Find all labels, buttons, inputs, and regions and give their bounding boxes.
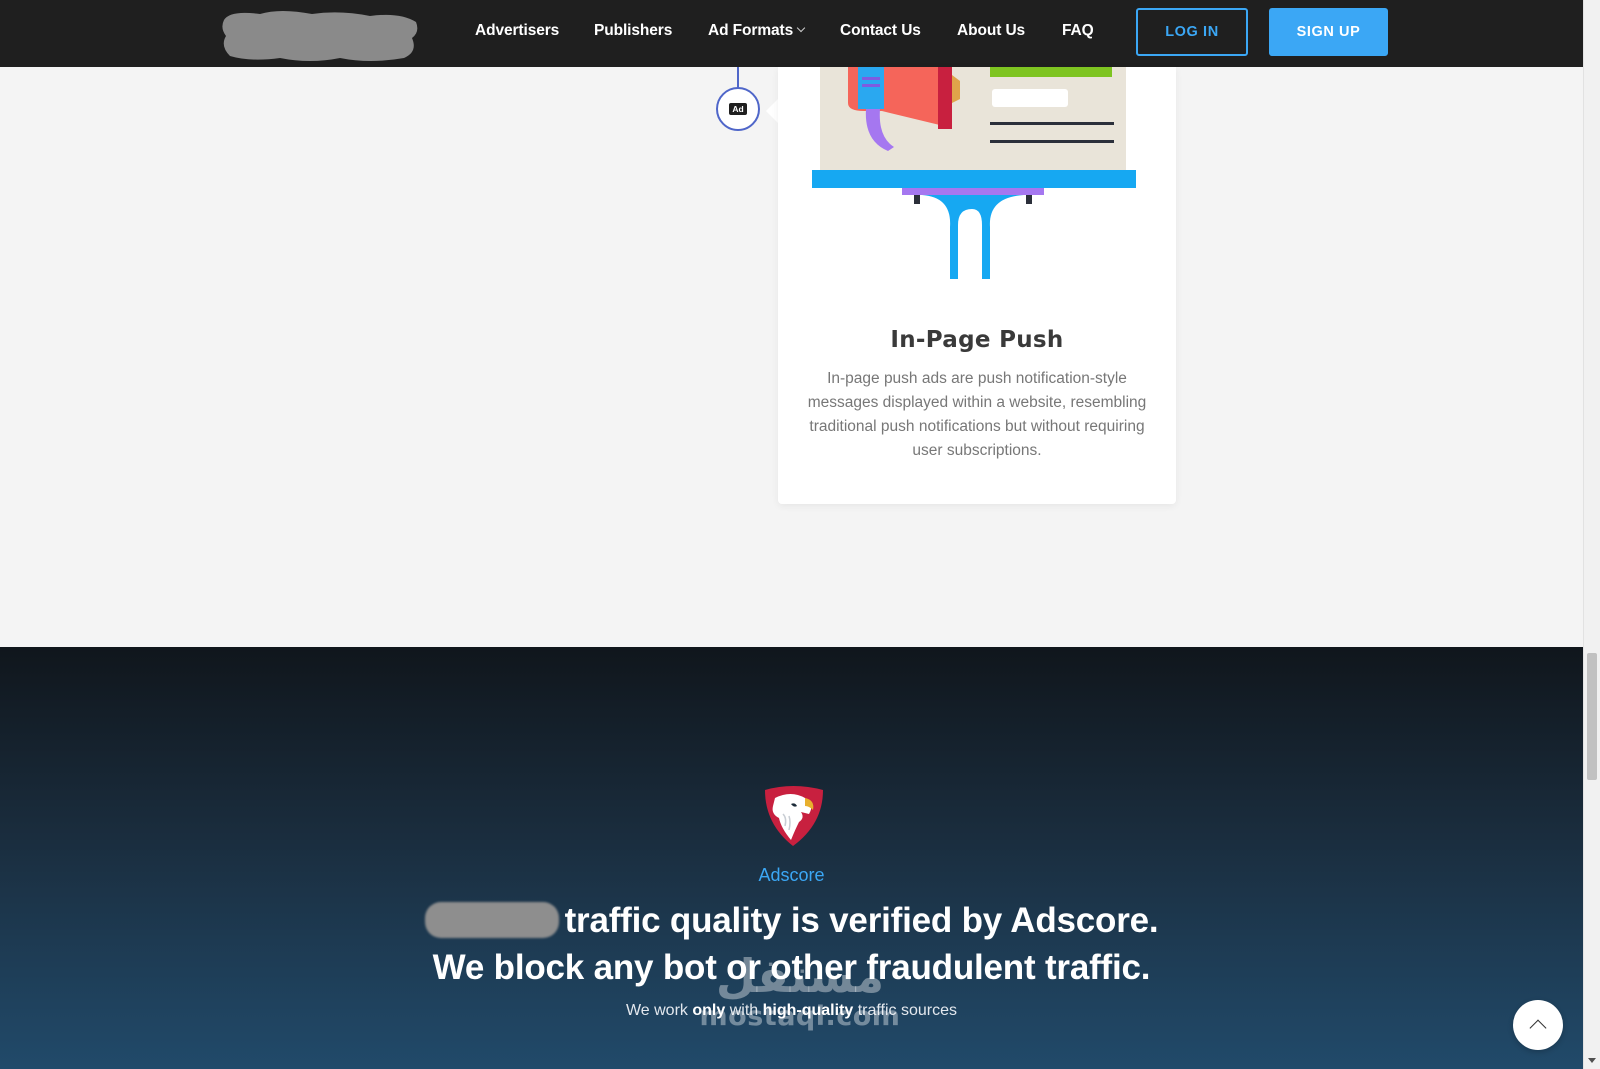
ad-icon: Ad <box>729 103 747 115</box>
redacted-brand-name <box>424 902 559 938</box>
ad-format-card: In-Page Push In-page push ads are push n… <box>778 67 1176 504</box>
nav-contact-us[interactable]: Contact Us <box>840 22 921 40</box>
subline-suffix: traffic sources <box>857 1002 958 1019</box>
site-header: Advertisers Publishers Ad Formats Contac… <box>0 0 1583 67</box>
card-title: In-Page Push <box>890 327 1064 353</box>
adscore-subline: We work only with high-quality traffic s… <box>0 1002 1583 1020</box>
adscore-section: Adscore traffic quality is verified by A… <box>0 647 1583 1069</box>
subline-only: only <box>692 1002 726 1019</box>
signup-button[interactable]: SIGN UP <box>1269 8 1388 56</box>
headline-line-1: traffic quality is verified by Adscore. <box>0 897 1583 944</box>
headline-line-1-text: traffic quality is verified by Adscore. <box>564 901 1159 940</box>
back-to-top-button[interactable] <box>1513 1000 1563 1050</box>
site-logo[interactable] <box>220 8 420 64</box>
subline-high-quality: high-quality <box>762 1002 854 1019</box>
adscore-headline: traffic quality is verified by Adscore. … <box>0 897 1583 991</box>
chevron-up-icon <box>1529 1019 1547 1037</box>
headline-line-2: We block any bot or other fraudulent tra… <box>432 948 1151 987</box>
nav-faq[interactable]: FAQ <box>1062 22 1094 40</box>
nav-advertisers[interactable]: Advertisers <box>475 22 559 40</box>
page-scrollbar[interactable] <box>1583 0 1600 1069</box>
card-description: In-page push ads are push notification-s… <box>807 370 1147 459</box>
nav-publishers[interactable]: Publishers <box>594 22 672 40</box>
timeline-marker: Ad <box>716 87 760 131</box>
nav-ad-formats[interactable]: Ad Formats <box>708 22 806 40</box>
card-pointer <box>766 99 778 123</box>
login-button[interactable]: LOG IN <box>1136 8 1248 56</box>
scrollbar-thumb[interactable] <box>1587 653 1597 780</box>
scroll-down-arrow-icon[interactable] <box>1588 1058 1596 1063</box>
adscore-eagle-logo <box>765 786 823 846</box>
subline-with: with <box>729 1002 759 1019</box>
timeline-line <box>737 67 739 88</box>
subline-prefix: We work <box>625 1002 688 1019</box>
in-page-push-illustration <box>812 67 1136 279</box>
adscore-label: Adscore <box>758 865 825 885</box>
chevron-down-icon <box>796 23 806 33</box>
nav-ad-formats-label: Ad Formats <box>708 22 794 39</box>
nav-about-us[interactable]: About Us <box>957 22 1025 40</box>
